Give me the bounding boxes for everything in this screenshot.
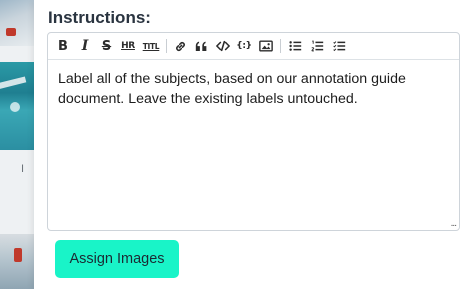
- quote-icon[interactable]: [193, 37, 209, 55]
- bulleted-list-icon[interactable]: [287, 37, 303, 55]
- background-thumbnail: [0, 234, 34, 289]
- background-thumbnail: [0, 0, 34, 46]
- image-icon[interactable]: [258, 37, 274, 55]
- toolbar-divider: [280, 39, 281, 53]
- resize-handle[interactable]: ...: [451, 219, 457, 229]
- bold-icon[interactable]: B: [57, 37, 69, 55]
- toolbar-divider: [166, 39, 167, 53]
- horizontal-rule-icon[interactable]: HR: [120, 37, 136, 55]
- strikethrough-icon[interactable]: S: [100, 37, 113, 55]
- title-icon[interactable]: TITL: [142, 37, 160, 55]
- background-text: I: [21, 163, 25, 175]
- background-thumbnail: [0, 62, 34, 150]
- link-icon[interactable]: [172, 37, 188, 55]
- instructions-heading: Instructions:: [48, 8, 151, 27]
- markdown-editor[interactable]: B I S HR TITL {:} Label all of the subje…: [47, 32, 460, 231]
- numbered-list-icon[interactable]: [309, 37, 325, 55]
- assign-images-button[interactable]: Assign Images: [55, 240, 179, 278]
- code-block-icon[interactable]: {:}: [235, 37, 253, 55]
- editor-toolbar: B I S HR TITL {:}: [48, 33, 459, 60]
- code-icon[interactable]: [215, 37, 231, 55]
- editor-content[interactable]: Label all of the subjects, based on our …: [58, 69, 448, 109]
- italic-icon[interactable]: I: [79, 37, 91, 55]
- checklist-icon[interactable]: [331, 37, 347, 55]
